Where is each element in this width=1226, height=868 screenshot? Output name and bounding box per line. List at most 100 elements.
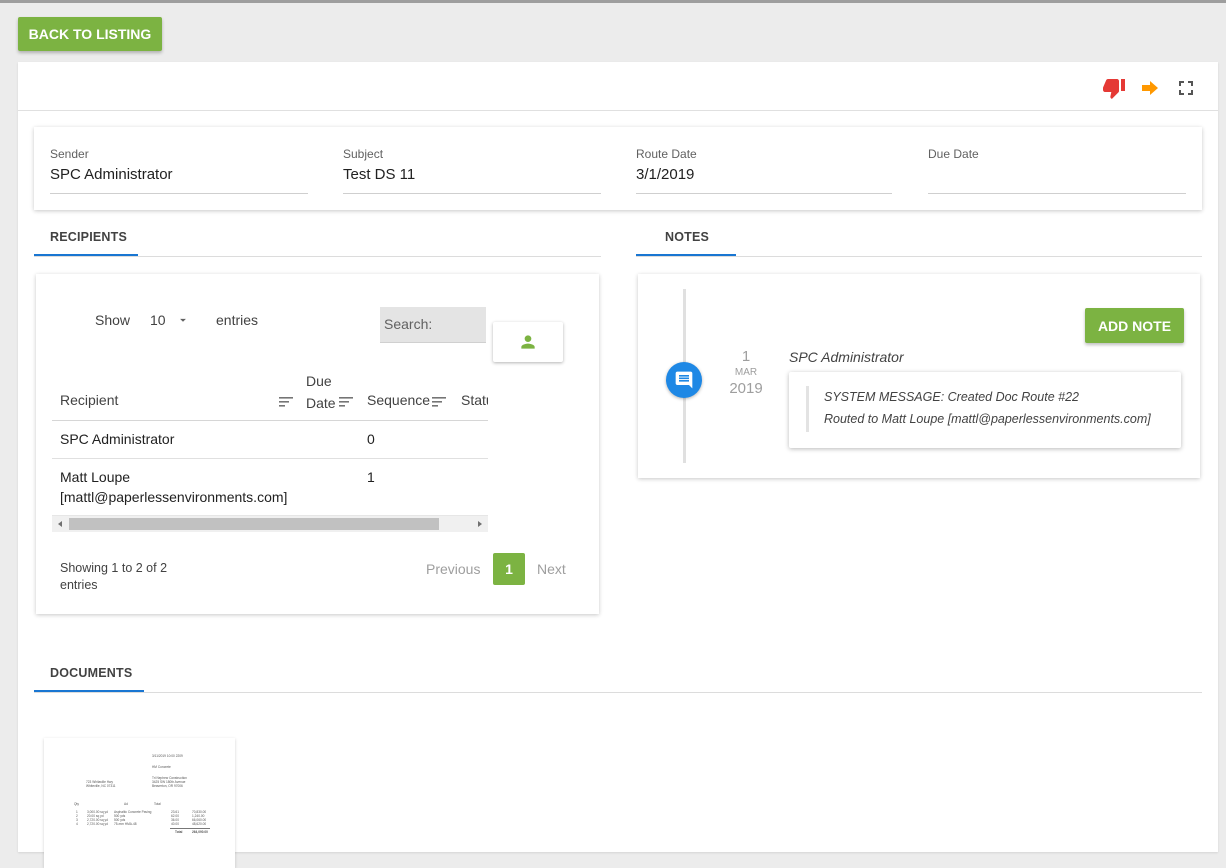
- thumb-total-rule: [170, 828, 210, 829]
- sort-icon: [339, 397, 353, 407]
- thumb-cell: 40.00: [171, 822, 179, 826]
- documents-tab-divider: [34, 692, 1202, 693]
- table-info-line2: entries: [60, 578, 98, 592]
- timeline-entry: 1 MAR 2019 SPC Administrator SYSTEM MESS…: [638, 344, 1200, 454]
- route-date-label: Route Date: [636, 147, 697, 161]
- arrow-right-icon[interactable]: [1138, 76, 1162, 100]
- recipients-table: Recipient Due Date Sequence Statu: [52, 364, 488, 534]
- thumb-col-qty: Qty: [74, 802, 79, 806]
- entries-label: entries: [216, 312, 259, 328]
- tab-documents[interactable]: DOCUMENTS: [50, 666, 132, 680]
- thumb-sub-line: HM Concrete: [152, 765, 171, 769]
- note-date-year: 2019: [729, 380, 763, 397]
- notes-card: ADD NOTE 1 MAR 2019 SPC Administrator SY…: [638, 274, 1200, 478]
- recipients-card: Show 10 entries Search: Recipient Due Da…: [36, 274, 599, 614]
- chevron-down-icon: [180, 318, 186, 322]
- due-date-label: Due Date: [928, 147, 979, 161]
- person-icon: [521, 335, 535, 349]
- table-row[interactable]: SPC Administrator 0: [52, 421, 488, 458]
- thumb-col-total: Total: [154, 802, 161, 806]
- back-to-listing-button[interactable]: BACK TO LISTING: [18, 17, 162, 51]
- cell-sequence: 1: [367, 469, 375, 485]
- route-detail-panel: Sender SPC Administrator Subject Test DS…: [18, 62, 1218, 868]
- column-header-due-line1: Due: [306, 373, 332, 389]
- thumb-total-label: Total: [175, 830, 183, 834]
- comment-icon: [675, 371, 693, 389]
- note-author: SPC Administrator: [789, 349, 904, 365]
- thumb-addr-left-2: Whiteville, NC 07311: [86, 784, 116, 788]
- horizontal-scrollbar[interactable]: [52, 515, 488, 532]
- document-thumbnail[interactable]: 3/11/2019 10:00 2209 HM Concrete 723 Whi…: [44, 738, 235, 868]
- subject-label: Subject: [343, 147, 384, 161]
- note-quote-bar: [806, 386, 809, 432]
- search-label: Search:: [384, 316, 433, 332]
- cell-sequence: 0: [367, 431, 375, 447]
- tab-notes[interactable]: NOTES: [665, 230, 709, 244]
- add-recipient-button[interactable]: [493, 322, 563, 362]
- add-note-button[interactable]: ADD NOTE: [1085, 308, 1184, 343]
- scroll-left-icon[interactable]: [55, 516, 65, 532]
- thumb-total-value: 264,090.00: [192, 830, 208, 834]
- sender-field: Sender SPC Administrator: [50, 147, 308, 194]
- thumb-lines: 1 3,000.00 sq yd Asphaltic Concrete Pavi…: [76, 810, 216, 826]
- column-header-status[interactable]: Statu: [461, 392, 488, 412]
- timeline-badge: [666, 362, 702, 398]
- search-input[interactable]: Search:: [380, 307, 486, 343]
- cell-recipient-line2: [mattl@paperlessenvironments.com]: [60, 489, 288, 505]
- page-size-value: 10: [150, 312, 166, 328]
- scroll-right-icon[interactable]: [475, 516, 485, 532]
- pagination-next[interactable]: Next: [537, 561, 566, 577]
- thumb-address-right: Tri Nephew Construction 3425 SW 180th Av…: [152, 776, 187, 788]
- subject-field: Subject Test DS 11: [343, 147, 601, 194]
- pagination-page-1[interactable]: 1: [493, 553, 525, 585]
- due-date-field: Due Date: [928, 147, 1186, 194]
- sort-icon: [279, 397, 293, 407]
- route-info-card: Sender SPC Administrator Subject Test DS…: [34, 127, 1202, 210]
- scrollbar-thumb[interactable]: [69, 518, 439, 530]
- window-top-border: [0, 0, 1226, 3]
- thumb-cell: 75-mm HMA-48: [114, 822, 137, 826]
- column-header-recipient-label: Recipient: [60, 392, 119, 408]
- recipients-tab-divider: [34, 256, 601, 257]
- thumb-address-left: 723 Whitaville Hwy Whiteville, NC 07311: [86, 780, 116, 788]
- thumb-cell: 4: [76, 822, 78, 826]
- column-header-status-label: Statu: [461, 392, 488, 408]
- note-bubble: SYSTEM MESSAGE: Created Doc Route #22 Ro…: [789, 372, 1181, 448]
- note-date-day: 1: [741, 348, 751, 365]
- tab-recipients[interactable]: RECIPIENTS: [50, 230, 127, 244]
- notes-tab-divider: [636, 256, 1202, 257]
- route-date-field: Route Date 3/1/2019: [636, 147, 892, 194]
- pagination-previous[interactable]: Previous: [426, 561, 480, 577]
- fullscreen-icon[interactable]: [1174, 76, 1198, 100]
- cell-recipient: SPC Administrator: [60, 431, 175, 447]
- pagination-page-label: 1: [505, 561, 513, 577]
- note-line-2: Routed to Matt Loupe [mattl@paperlessenv…: [824, 412, 1151, 426]
- note-date: 1 MAR 2019: [722, 348, 770, 397]
- sort-icon: [432, 397, 446, 407]
- note-date-month: MAR: [734, 367, 758, 378]
- panel-header: [18, 62, 1218, 111]
- table-row[interactable]: Matt Loupe [mattl@paperlessenvironments.…: [52, 459, 488, 517]
- table-info-line1: Showing 1 to 2 of 2: [60, 561, 168, 575]
- subject-value: Test DS 11: [343, 166, 416, 183]
- sender-label: Sender: [50, 147, 89, 161]
- thumbs-down-icon[interactable]: [1102, 76, 1126, 100]
- column-header-sequence-label: Sequence: [367, 392, 431, 408]
- page-size-select[interactable]: 10: [150, 312, 196, 332]
- thumb-cell: 48,620.00: [192, 822, 207, 826]
- thumb-cell: 2,720.00 sq yd: [87, 822, 108, 826]
- show-label: Show: [95, 312, 131, 328]
- thumb-addr-right-3: Beaverton, OR 97006: [152, 784, 183, 788]
- cell-recipient: Matt Loupe [mattl@paperlessenvironments.…: [60, 467, 360, 507]
- thumb-line: 4 2,720.00 sq yd 75-mm HMA-48 40.00 48,6…: [76, 822, 216, 826]
- table-info: Showing 1 to 2 of 2 entries: [60, 560, 167, 594]
- cell-recipient-line1: Matt Loupe: [60, 469, 131, 485]
- column-header-recipient[interactable]: Recipient: [60, 392, 300, 412]
- column-header-due-date[interactable]: Due Date: [306, 370, 362, 414]
- thumb-col-desc: Ad: [124, 802, 128, 806]
- route-date-value: 3/1/2019: [636, 166, 695, 183]
- thumb-header-line: 3/11/2019 10:00 2209: [152, 754, 183, 758]
- sender-value: SPC Administrator: [50, 166, 173, 183]
- note-line-1: SYSTEM MESSAGE: Created Doc Route #22: [824, 390, 1079, 404]
- column-header-sequence[interactable]: Sequence: [367, 392, 457, 412]
